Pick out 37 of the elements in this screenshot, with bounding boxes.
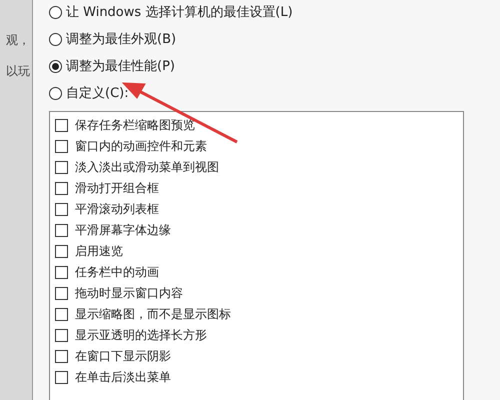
radio-button[interactable]: [49, 6, 62, 18]
background-text: 观，: [6, 32, 30, 49]
radio-button[interactable]: [49, 32, 62, 46]
checkbox[interactable]: [55, 182, 68, 195]
checkbox[interactable]: [55, 266, 68, 279]
radio-option[interactable]: 自定义(C):: [49, 84, 500, 102]
checkbox-label[interactable]: 任务栏中的动画: [75, 264, 159, 281]
checkbox-label[interactable]: 平滑屏幕字体边缘: [75, 222, 171, 239]
checkbox[interactable]: [55, 308, 68, 321]
checkbox-label[interactable]: 滑动打开组合框: [75, 180, 159, 197]
checkbox-label[interactable]: 在单击后淡出菜单: [75, 369, 171, 386]
checkbox-label[interactable]: 窗口内的动画控件和元素: [75, 138, 207, 155]
checkbox[interactable]: [55, 350, 68, 363]
checkbox[interactable]: [55, 287, 68, 300]
radio-option[interactable]: 让 Windows 选择计算机的最佳设置(L): [49, 3, 500, 21]
checkbox-label[interactable]: 在窗口下显示阴影: [75, 348, 171, 365]
radio-option[interactable]: 调整为最佳性能(P): [49, 57, 500, 75]
checkbox[interactable]: [55, 140, 68, 153]
radio-button[interactable]: [49, 86, 62, 100]
checkbox[interactable]: [55, 119, 68, 132]
checkbox-label[interactable]: 淡入淡出或滑动菜单到视图: [75, 159, 219, 176]
background-text: 以玩: [6, 63, 30, 80]
checkbox-label[interactable]: 显示缩略图，而不是显示图标: [75, 306, 231, 323]
checkbox-label[interactable]: 保存任务栏缩略图预览: [75, 117, 195, 134]
checkbox-label[interactable]: 平滑滚动列表框: [75, 201, 159, 218]
radio-option[interactable]: 调整为最佳外观(B): [49, 30, 500, 48]
checkbox[interactable]: [55, 224, 68, 237]
checkbox-label[interactable]: 显示亚透明的选择长方形: [75, 327, 207, 344]
checkbox[interactable]: [55, 329, 68, 342]
checkbox-label[interactable]: 拖动时显示窗口内容: [75, 285, 183, 302]
checkbox[interactable]: [55, 203, 68, 216]
checkbox[interactable]: [55, 161, 68, 174]
checkbox[interactable]: [55, 245, 68, 258]
radio-button[interactable]: [49, 60, 62, 72]
checkbox-label[interactable]: 启用速览: [75, 243, 123, 260]
checkbox[interactable]: [55, 371, 68, 384]
effects-list[interactable]: 保存任务栏缩略图预览 窗口内的动画控件和元素 淡入淡出或滑动菜单到视图 滑动打开组合框 平滑滚动列表框 平滑屏幕字体边缘 启用速览 任务栏中的动画 拖动时显示窗口内容 显示缩略图，而不是显示图标 显示亚透明的选择长方形 在窗口下显示阴影 在单击后淡出菜单: [49, 111, 464, 400]
